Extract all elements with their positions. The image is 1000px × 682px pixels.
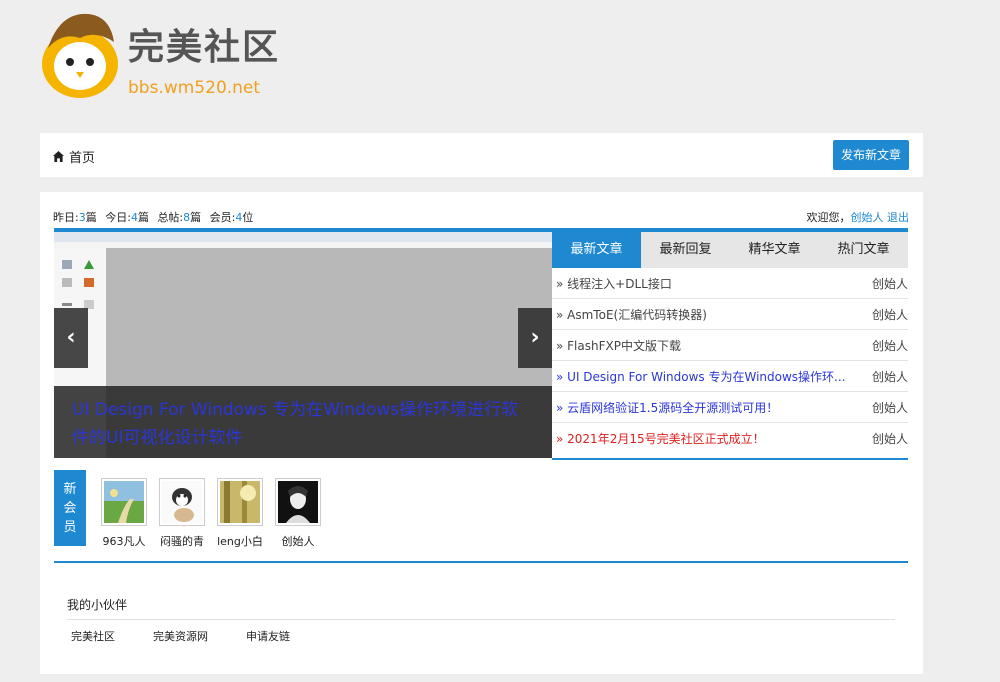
article-list: » 线程注入+DLL接口 创始人 » AsmToE(汇编代码转换器) 创始人 » F… [552, 268, 908, 454]
publish-article-button[interactable]: 发布新文章 [832, 140, 909, 170]
member-avatar-portrait-icon [278, 481, 318, 523]
welcome-text: 欢迎您， [806, 211, 851, 224]
stat-yesterday-value: 3 [78, 211, 86, 224]
member-avatar-forest-icon [220, 481, 260, 523]
stat-total-unit: 篇 [190, 211, 202, 224]
slider-next-button[interactable]: › [518, 308, 552, 368]
list-item: » UI Design For Windows 专为在Windows操作环...… [552, 361, 908, 392]
article-link[interactable]: » AsmToE(汇编代码转换器) [556, 306, 707, 323]
tab-latest-articles[interactable]: 最新文章 [552, 232, 641, 268]
article-link[interactable]: » 云盾网络验证1.5源码全开源测试可用！ [556, 399, 778, 416]
new-members-label-char: 新 [63, 482, 77, 497]
nav-home-label: 首页 [69, 151, 96, 166]
article-author: 创始人 [871, 307, 908, 322]
slider-prev-button[interactable]: ‹ [54, 308, 88, 368]
member-avatar-dog-icon [162, 481, 202, 523]
article-author: 创始人 [871, 276, 908, 291]
article-author: 创始人 [871, 432, 908, 446]
welcome-bar: 欢迎您，创始人 退出 [807, 209, 910, 225]
friend-link[interactable]: 完美社区 [71, 628, 115, 644]
stat-yesterday-label: 昨日: [53, 211, 79, 224]
friend-links-list: 完美社区 完美资源网 申请友链 [67, 628, 895, 644]
stat-yesterday-unit: 篇 [85, 211, 97, 224]
logout-link[interactable]: 退出 [887, 211, 909, 224]
main-panel: 昨日:3篇 今日:4篇 总帖:8篇 会员:4位 欢迎您，创始人 退出 ‹ › U… [40, 192, 923, 674]
list-item: » 2021年2月15号完美社区正式成立！ 创始人 [552, 423, 908, 454]
new-members-label: 新 会 员 [54, 470, 86, 546]
member-card[interactable]: 963凡人 [100, 478, 148, 549]
slider-caption-link[interactable]: UI Design For Windows 专为在Windows操作环境进行软件… [72, 400, 518, 448]
slide-icon-image [84, 278, 94, 287]
article-link[interactable]: » 2021年2月15号完美社区正式成立！ [556, 430, 765, 447]
avatar[interactable] [217, 478, 263, 526]
user-link[interactable]: 创始人 [851, 211, 884, 224]
article-author: 创始人 [871, 369, 908, 384]
friend-links: 我的小伙伴 完美社区 完美资源网 申请友链 [67, 596, 895, 644]
stat-total-label: 总帖: [157, 211, 184, 224]
avatar[interactable] [101, 478, 147, 526]
member-card[interactable]: 闷骚的青 [158, 478, 206, 549]
friend-links-title: 我的小伙伴 [67, 596, 895, 620]
apply-friend-link[interactable]: 申请友链 [246, 628, 290, 644]
avatar[interactable] [159, 478, 205, 526]
slide-screenshot-titlebar [54, 232, 552, 242]
slider-caption: UI Design For Windows 专为在Windows操作环境进行软件… [54, 386, 552, 458]
slide-icon-doc [62, 260, 72, 269]
stat-today-unit: 篇 [137, 211, 149, 224]
member-card[interactable]: 创始人 [274, 478, 322, 549]
article-tabs: 最新文章 最新回复 精华文章 热门文章 [552, 228, 908, 268]
slide-icon-tree [84, 260, 94, 269]
member-name: 创始人 [281, 535, 315, 548]
list-item: » FlashFXP中文版下载 创始人 [552, 330, 908, 361]
list-item: » 云盾网络验证1.5源码全开源测试可用！ 创始人 [552, 392, 908, 423]
stat-members-unit: 位 [242, 211, 254, 224]
tab-latest-replies[interactable]: 最新回复 [641, 232, 730, 268]
member-card[interactable]: leng小白 [216, 478, 264, 549]
member-avatar-landscape-icon [104, 481, 144, 523]
home-icon [53, 151, 64, 162]
site-logo[interactable]: 完美社区 bbs.wm520.net [40, 8, 280, 103]
site-title: 完美社区 [128, 26, 281, 68]
forum-stats: 昨日:3篇 今日:4篇 总帖:8篇 会员:4位 [53, 209, 253, 225]
tab-featured-articles[interactable]: 精华文章 [730, 232, 819, 268]
site-url: bbs.wm520.net [128, 78, 261, 98]
stat-today-value: 4 [130, 211, 138, 224]
list-item: » 线程注入+DLL接口 创始人 [552, 268, 908, 299]
list-item: » AsmToE(汇编代码转换器) 创始人 [552, 299, 908, 330]
new-members-label-char: 会 [63, 501, 77, 516]
stat-members-label: 会员: [209, 211, 236, 224]
tab-hot-articles[interactable]: 热门文章 [819, 232, 908, 268]
stat-today-label: 今日: [105, 211, 131, 224]
friend-link[interactable]: 完美资源网 [153, 628, 208, 644]
top-nav: 首页 发布新文章 [40, 133, 923, 177]
article-tabs-panel: 最新文章 最新回复 精华文章 热门文章 » 线程注入+DLL接口 创始人 » As… [552, 228, 908, 460]
article-author: 创始人 [871, 400, 908, 415]
image-slider[interactable]: ‹ › UI Design For Windows 专为在Windows操作环境… [54, 228, 552, 458]
avatar[interactable] [275, 478, 321, 526]
article-link[interactable]: » 线程注入+DLL接口 [556, 275, 672, 292]
slide-icon-box [62, 278, 72, 287]
article-link[interactable]: » FlashFXP中文版下载 [556, 337, 681, 354]
mascot-logo-icon [42, 13, 118, 98]
article-author: 创始人 [871, 338, 908, 353]
new-members: 新 会 员 963凡人 闷骚的青 leng小白 创始人 [54, 470, 908, 563]
new-members-label-char: 员 [63, 520, 77, 535]
article-link[interactable]: » UI Design For Windows 专为在Windows操作环... [556, 368, 846, 385]
nav-home-link[interactable]: 首页 [53, 147, 95, 166]
